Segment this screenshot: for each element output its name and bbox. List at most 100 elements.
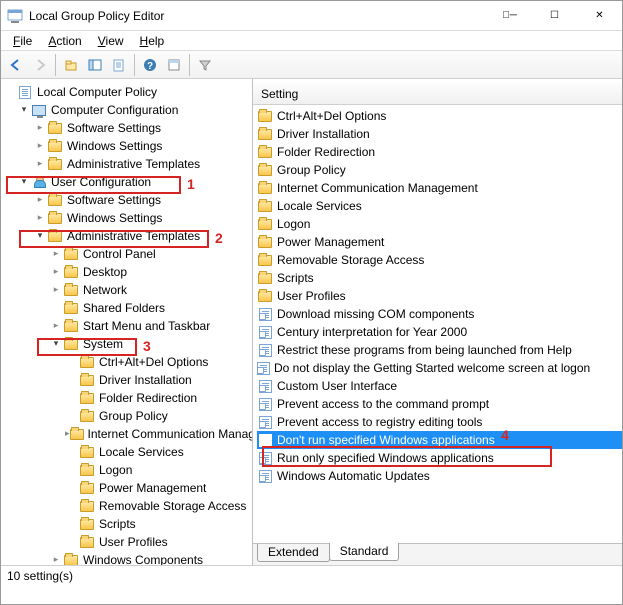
list-item[interactable]: Don't run specified Windows applications [257,431,622,449]
tree-cc-windows[interactable]: Windows Settings [1,137,252,155]
tree-cc-admin[interactable]: Administrative Templates [1,155,252,173]
folder-icon [79,390,95,406]
tree-sys-locale[interactable]: Locale Services [1,443,252,461]
show-hide-tree-button[interactable] [84,54,106,76]
tree-uc-windows[interactable]: Windows Settings [1,209,252,227]
tree-sys-scripts[interactable]: Scripts [1,515,252,533]
tree-control-panel[interactable]: Control Panel [1,245,252,263]
collapse-icon[interactable] [33,157,47,171]
policy-object-icon [17,84,33,100]
svg-text:?: ? [147,61,153,72]
menu-action[interactable]: Action [40,33,89,49]
collapse-icon[interactable] [33,211,47,225]
tree-shared-folders[interactable]: Shared Folders [1,299,252,317]
list-item[interactable]: Ctrl+Alt+Del Options [257,107,622,125]
tree-sys-userprofiles[interactable]: User Profiles [1,533,252,551]
list-item[interactable]: Restrict these programs from being launc… [257,341,622,359]
policy-setting-icon [257,432,273,448]
list-item[interactable]: Run only specified Windows applications [257,449,622,467]
list-item[interactable]: Folder Redirection [257,143,622,161]
folder-icon [257,144,273,160]
list-item-label: Century interpretation for Year 2000 [277,325,467,339]
folder-icon [257,180,273,196]
list-item[interactable]: Driver Installation [257,125,622,143]
list-item-label: Prevent access to registry editing tools [277,415,482,429]
computer-icon [31,102,47,118]
tree-computer-configuration[interactable]: Computer Configuration [1,101,252,119]
collapse-icon[interactable] [33,121,47,135]
tree-network[interactable]: Network [1,281,252,299]
collapse-icon[interactable] [49,319,63,333]
list-item[interactable]: Logon [257,215,622,233]
expand-icon[interactable] [17,175,31,189]
list-pane: Setting Ctrl+Alt+Del OptionsDriver Insta… [253,79,622,565]
tree-sys-icm[interactable]: Internet Communication Management [1,425,252,443]
expand-icon[interactable] [33,229,47,243]
collapse-icon[interactable] [49,283,63,297]
expand-icon[interactable] [17,103,31,117]
list-item[interactable]: Prevent access to the command prompt [257,395,622,413]
menu-file[interactable]: File [5,33,40,49]
tree-uc-admin[interactable]: Administrative Templates [1,227,252,245]
list-item[interactable]: Prevent access to registry editing tools [257,413,622,431]
title-bar: Local Group Policy Editor ─ ☐ ✕ [1,1,622,31]
list-item[interactable]: Locale Services [257,197,622,215]
tree-windows-components[interactable]: Windows Components [1,551,252,565]
tree-cc-software[interactable]: Software Settings [1,119,252,137]
tab-extended[interactable]: Extended [257,544,330,562]
tree-sys-ctrlaltdel[interactable]: Ctrl+Alt+Del Options [1,353,252,371]
collapse-icon[interactable] [49,265,63,279]
folder-icon [79,408,95,424]
tree-pane[interactable]: Local Computer Policy Computer Configura… [1,79,253,565]
list-item[interactable]: Group Policy [257,161,622,179]
export-list-button[interactable] [108,54,130,76]
tree-root[interactable]: Local Computer Policy [1,83,252,101]
list-item[interactable]: Do not display the Getting Started welco… [257,359,622,377]
forward-button[interactable] [29,54,51,76]
tree-sys-power[interactable]: Power Management [1,479,252,497]
list-item[interactable]: Download missing COM components [257,305,622,323]
list-item[interactable]: Windows Automatic Updates [257,467,622,485]
tree-user-configuration[interactable]: User Configuration [1,173,252,191]
tree-sys-driver[interactable]: Driver Installation [1,371,252,389]
collapse-icon[interactable] [49,247,63,261]
tree-sys-logon[interactable]: Logon [1,461,252,479]
tree-system[interactable]: System [1,335,252,353]
tab-standard[interactable]: Standard [329,543,400,561]
up-button[interactable] [60,54,82,76]
tree-start-menu[interactable]: Start Menu and Taskbar [1,317,252,335]
tree-uc-software[interactable]: Software Settings [1,191,252,209]
tree-sys-gp[interactable]: Group Policy [1,407,252,425]
tree-sys-removable[interactable]: Removable Storage Access [1,497,252,515]
minimize-button[interactable]: ─ [487,1,532,31]
tree-desktop[interactable]: Desktop [1,263,252,281]
collapse-icon[interactable] [49,553,63,565]
properties-button[interactable] [163,54,185,76]
expand-icon[interactable] [49,337,63,351]
status-text: 10 setting(s) [7,569,73,583]
collapse-icon[interactable] [33,139,47,153]
main-area: Local Computer Policy Computer Configura… [1,79,622,565]
list-item[interactable]: Removable Storage Access [257,251,622,269]
folder-icon [257,288,273,304]
help-button[interactable]: ? [139,54,161,76]
list-item[interactable]: Internet Communication Management [257,179,622,197]
close-button[interactable]: ✕ [577,1,622,31]
list-column-header[interactable]: Setting [253,83,622,105]
list-item[interactable]: Scripts [257,269,622,287]
folder-icon [79,372,95,388]
list-item[interactable]: Power Management [257,233,622,251]
list-item[interactable]: Century interpretation for Year 2000 [257,323,622,341]
app-icon [7,8,23,24]
back-button[interactable] [5,54,27,76]
maximize-button[interactable]: ☐ [532,1,577,31]
filter-button[interactable] [194,54,216,76]
collapse-icon[interactable] [33,193,47,207]
list-item[interactable]: Custom User Interface [257,377,622,395]
list-item[interactable]: User Profiles [257,287,622,305]
folder-icon [79,444,95,460]
menu-view[interactable]: View [90,33,132,49]
tree-sys-folder[interactable]: Folder Redirection [1,389,252,407]
menu-help[interactable]: Help [132,33,173,49]
list-area[interactable]: Ctrl+Alt+Del OptionsDriver InstallationF… [253,105,622,543]
